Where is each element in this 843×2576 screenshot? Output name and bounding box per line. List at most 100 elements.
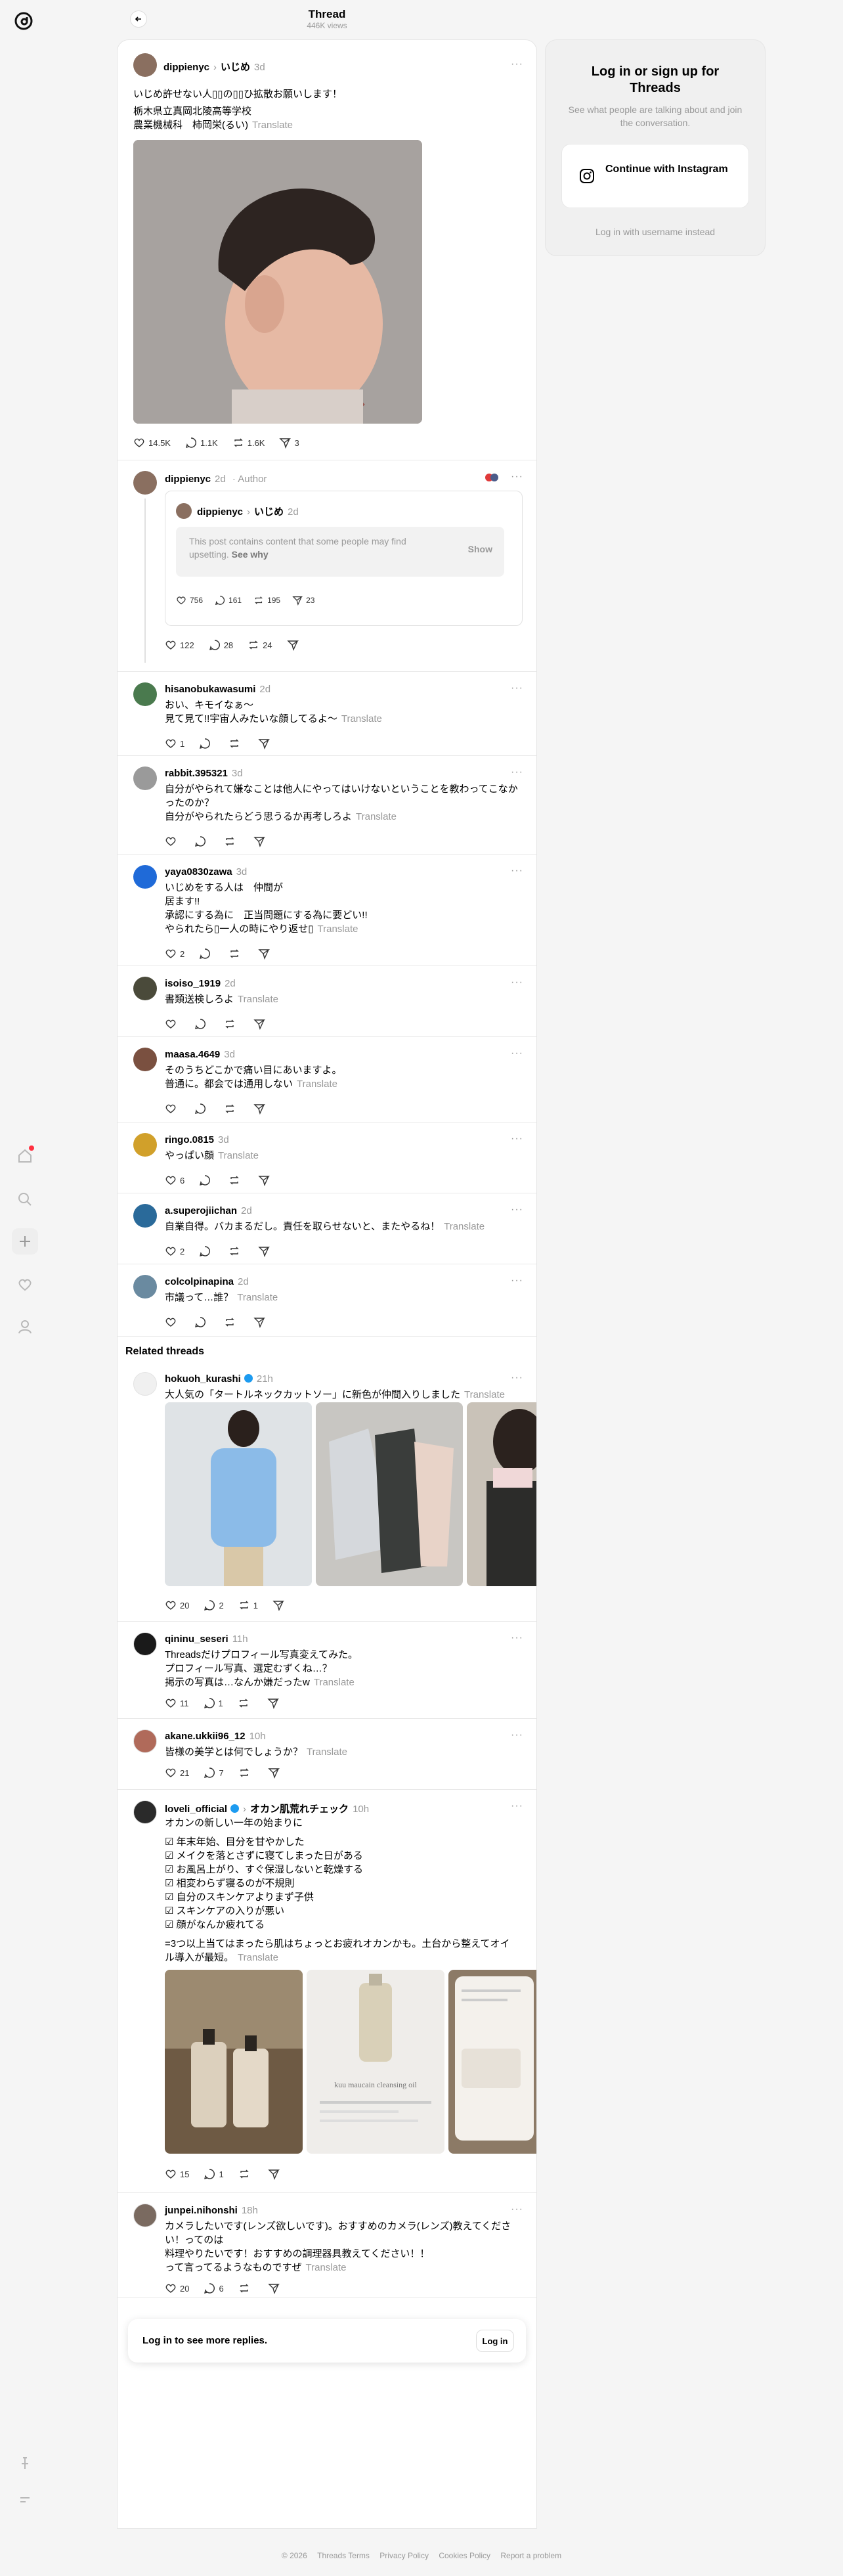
translate-link[interactable]: Translate <box>314 1677 355 1688</box>
share-button[interactable] <box>253 1103 265 1115</box>
continue-with-instagram-button[interactable]: Continue with Instagram <box>561 144 749 208</box>
avatar[interactable] <box>133 1204 157 1228</box>
avatar[interactable] <box>133 1800 157 1824</box>
reply-button[interactable] <box>194 1103 209 1115</box>
reply-button[interactable] <box>199 948 214 960</box>
show-button[interactable]: Show <box>468 544 492 554</box>
repost-button[interactable]: 195 <box>253 595 280 606</box>
like-button[interactable] <box>165 1103 180 1115</box>
like-button[interactable] <box>165 835 180 847</box>
avatar[interactable] <box>133 1133 157 1157</box>
repost-button[interactable]: 1 <box>238 1599 258 1611</box>
reply-button[interactable] <box>199 1245 214 1257</box>
search-icon[interactable] <box>12 1186 38 1212</box>
like-button[interactable]: 20 <box>165 2282 189 2294</box>
translate-link[interactable]: Translate <box>306 2262 347 2273</box>
post-image[interactable] <box>133 140 422 424</box>
home-icon[interactable] <box>12 1143 38 1169</box>
more-options-icon[interactable]: ··· <box>511 58 523 70</box>
cookies-link[interactable]: Cookies Policy <box>439 2551 490 2560</box>
like-button[interactable]: 14.5K <box>133 437 171 449</box>
threads-logo-icon[interactable] <box>11 8 37 34</box>
reply-button[interactable] <box>199 1174 214 1186</box>
share-button[interactable] <box>268 1767 280 1779</box>
like-button[interactable]: 2 <box>165 948 184 960</box>
share-button[interactable] <box>258 1174 270 1186</box>
share-button[interactable] <box>268 2168 280 2180</box>
username[interactable]: maasa.4649 <box>165 1049 220 1060</box>
username[interactable]: loveli_official <box>165 1804 227 1815</box>
profile-icon[interactable] <box>12 1314 38 1340</box>
topic-tag[interactable]: いじめ <box>221 62 250 73</box>
more-options-icon[interactable]: ··· <box>511 766 523 778</box>
login-button[interactable]: Log in <box>476 2330 514 2352</box>
username[interactable]: rabbit.395321 <box>165 768 228 779</box>
reply-button[interactable]: 6 <box>204 2282 224 2294</box>
create-icon[interactable] <box>12 1228 38 1255</box>
username[interactable]: hisanobukawasumi <box>165 684 255 695</box>
username[interactable]: hokuoh_kurashi <box>165 1373 241 1385</box>
quoted-post[interactable]: dippienyc › いじめ 2d This post contains conte… <box>165 491 523 626</box>
translate-link[interactable]: Translate <box>238 1952 278 1963</box>
like-button[interactable]: 21 <box>165 1767 189 1779</box>
like-button[interactable] <box>165 1316 180 1328</box>
product-image[interactable] <box>316 1402 463 1586</box>
more-options-icon[interactable]: ··· <box>511 865 523 877</box>
more-options-icon[interactable]: ··· <box>511 1133 523 1145</box>
repost-button[interactable] <box>228 1174 244 1186</box>
translate-link[interactable]: Translate <box>252 120 293 131</box>
like-button[interactable]: 756 <box>176 595 203 606</box>
more-options-icon[interactable]: ··· <box>511 1800 523 1812</box>
repost-button[interactable] <box>224 1018 239 1030</box>
topic-tag[interactable]: オカン肌荒れチェック <box>250 1804 349 1815</box>
like-button[interactable] <box>165 1018 180 1030</box>
username[interactable]: junpei.nihonshi <box>165 2205 238 2216</box>
translate-link[interactable]: Translate <box>464 1389 505 1400</box>
repost-button[interactable] <box>228 738 244 749</box>
avatar[interactable] <box>133 977 157 1000</box>
avatar[interactable] <box>133 2204 157 2227</box>
reply-button[interactable]: 1 <box>204 2168 224 2180</box>
repost-button[interactable] <box>238 2282 253 2294</box>
username[interactable]: ringo.0815 <box>165 1134 214 1145</box>
share-button[interactable] <box>272 1599 284 1611</box>
repost-button[interactable] <box>228 948 244 960</box>
reply-button[interactable]: 1 <box>204 1697 223 1709</box>
avatar[interactable] <box>133 1048 157 1071</box>
repost-button[interactable] <box>224 1103 239 1115</box>
like-button[interactable]: 1 <box>165 738 184 749</box>
share-button[interactable] <box>258 1245 270 1257</box>
avatar[interactable] <box>133 1275 157 1299</box>
activity-heart-icon[interactable] <box>12 1272 38 1298</box>
like-button[interactable]: 122 <box>165 639 194 651</box>
avatar[interactable] <box>133 53 157 77</box>
like-button[interactable]: 11 <box>165 1697 189 1709</box>
privacy-link[interactable]: Privacy Policy <box>379 2551 429 2560</box>
translate-link[interactable]: Translate <box>237 1292 278 1303</box>
username[interactable]: akane.ukkii96_12 <box>165 1731 246 1742</box>
reply-button[interactable]: 7 <box>204 1767 224 1779</box>
username[interactable]: isoiso_1919 <box>165 978 221 989</box>
share-button[interactable] <box>258 738 270 749</box>
more-options-icon[interactable]: ··· <box>511 471 523 483</box>
reply-button[interactable] <box>199 738 214 749</box>
login-username-link[interactable]: Log in with username instead <box>546 227 765 237</box>
menu-icon[interactable] <box>12 2487 38 2513</box>
translate-link[interactable]: Translate <box>356 811 397 822</box>
share-button[interactable]: 3 <box>279 437 299 449</box>
reply-button[interactable] <box>194 1018 209 1030</box>
avatar[interactable] <box>133 682 157 706</box>
share-button[interactable] <box>253 1018 265 1030</box>
repost-button[interactable] <box>238 1697 253 1709</box>
share-button[interactable] <box>268 2282 280 2294</box>
product-image[interactable] <box>165 1402 312 1586</box>
see-why-link[interactable]: See why <box>232 549 269 560</box>
avatar[interactable] <box>133 1729 157 1753</box>
like-button[interactable]: 20 <box>165 1599 189 1611</box>
translate-link[interactable]: Translate <box>318 923 358 935</box>
report-link[interactable]: Report a problem <box>500 2551 561 2560</box>
more-options-icon[interactable]: ··· <box>511 1632 523 1644</box>
product-image[interactable]: kuu maucain cleansing oil <box>307 1970 444 2154</box>
product-image[interactable] <box>467 1402 536 1586</box>
reply-button[interactable]: 2 <box>204 1599 224 1611</box>
